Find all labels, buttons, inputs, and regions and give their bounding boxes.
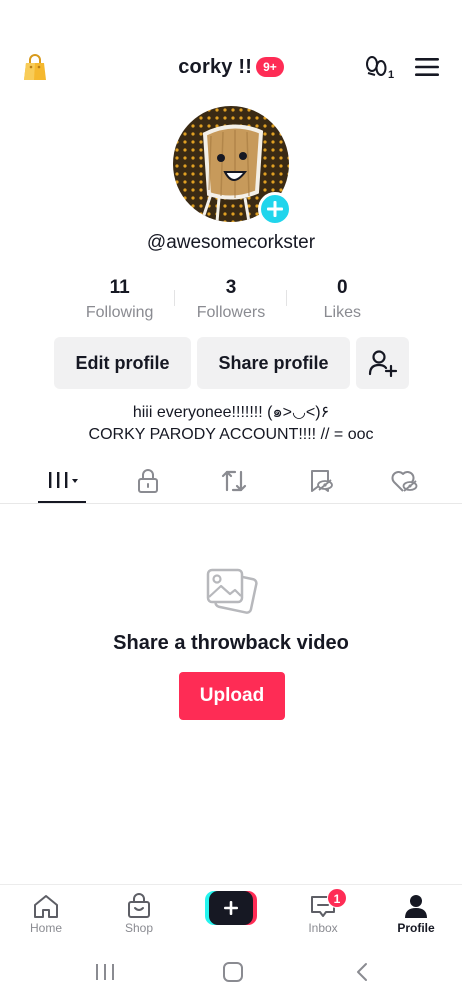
nav-inbox[interactable]: Inbox 1 xyxy=(283,885,363,945)
add-person-icon xyxy=(368,350,398,377)
system-navigation-bar xyxy=(0,944,462,1000)
upload-button[interactable]: Upload xyxy=(179,672,285,720)
videos-grid-icon xyxy=(49,472,78,488)
nav-shop-label: Shop xyxy=(124,921,154,935)
inbox-badge: 1 xyxy=(327,888,347,908)
profile-header: corky !! 9+ 1 xyxy=(0,46,462,90)
lock-icon xyxy=(138,469,158,493)
profile-stats: 11 Following 3 Followers 0 Likes xyxy=(64,276,398,326)
edit-profile-button[interactable]: Edit profile xyxy=(54,337,191,389)
add-story-button[interactable] xyxy=(258,192,292,226)
stat-following[interactable]: 11 Following xyxy=(64,276,176,326)
footprint-icon[interactable]: 1 xyxy=(364,55,398,81)
stat-followers[interactable]: 3 Followers xyxy=(175,276,287,326)
home-button-icon[interactable] xyxy=(222,962,244,982)
bio-line: hiii everyonee!!!!!!! (๑>◡<)۶ xyxy=(132,404,330,421)
account-name: corky !! xyxy=(178,56,253,78)
favorites-icon xyxy=(311,470,333,492)
liked-icon xyxy=(391,471,418,492)
repost-icon xyxy=(221,470,247,492)
share-profile-button[interactable]: Share profile xyxy=(197,337,350,389)
create-button[interactable] xyxy=(205,891,257,925)
add-friends-button[interactable] xyxy=(356,337,409,389)
shop-icon xyxy=(128,893,150,918)
photos-icon xyxy=(206,568,258,614)
following-label: Following xyxy=(85,304,154,321)
followers-label: Followers xyxy=(196,304,266,321)
tab-favorites[interactable] xyxy=(290,458,350,504)
profile-icon xyxy=(405,895,427,918)
plus-icon xyxy=(267,201,283,217)
tab-liked[interactable] xyxy=(372,458,432,504)
likes-count: 0 xyxy=(337,277,348,298)
home-icon xyxy=(34,895,58,918)
notification-badge: 9+ xyxy=(256,56,284,77)
active-tab-indicator xyxy=(38,501,86,503)
profile-bio[interactable]: hiii everyonee!!!!!!! (๑>◡<)۶ CORKY PARO… xyxy=(0,402,462,446)
tab-private[interactable] xyxy=(118,458,178,504)
content-tabs xyxy=(0,458,462,504)
bio-line: CORKY PARODY ACCOUNT!!!! // = ooc xyxy=(88,426,374,443)
likes-label: Likes xyxy=(323,304,361,321)
tab-reposts[interactable] xyxy=(203,458,263,504)
nav-inbox-label: Inbox xyxy=(308,921,338,935)
stat-likes[interactable]: 0 Likes xyxy=(287,276,398,326)
recent-apps-icon[interactable] xyxy=(94,962,116,982)
nav-home-label: Home xyxy=(29,921,62,935)
nav-profile[interactable]: Profile xyxy=(376,885,456,945)
nav-shop[interactable]: Shop xyxy=(99,885,179,945)
nav-profile-label: Profile xyxy=(397,921,435,935)
footprint-count: 1 xyxy=(388,69,394,81)
followers-count: 3 xyxy=(225,277,237,298)
empty-state-title: Share a throwback video xyxy=(113,632,349,654)
tab-videos[interactable] xyxy=(32,458,92,504)
following-count: 11 xyxy=(109,277,130,298)
back-icon[interactable] xyxy=(354,962,372,982)
nav-home[interactable]: Home xyxy=(6,885,86,945)
username: @awesomecorkster xyxy=(146,232,316,253)
bottom-navigation: Home Shop Inbox 1 Profile xyxy=(0,884,462,944)
hamburger-menu-icon[interactable] xyxy=(414,56,440,78)
